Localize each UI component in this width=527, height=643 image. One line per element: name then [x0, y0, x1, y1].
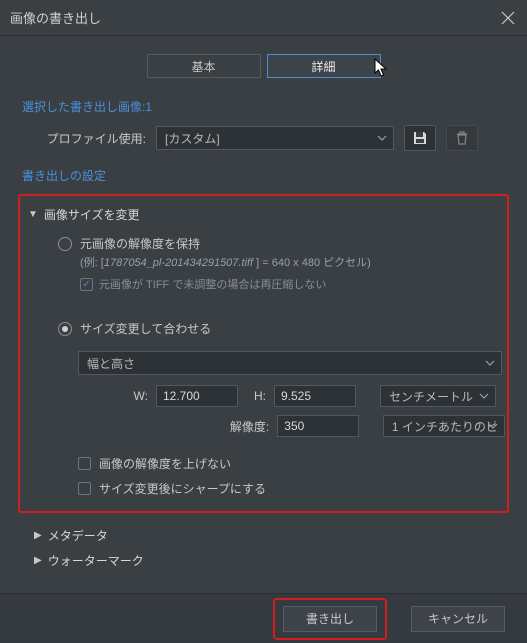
- checkbox-recompress[interactable]: 元画像が TIFF で未調整の場合は再圧縮しない: [58, 276, 505, 292]
- save-icon: [412, 130, 428, 146]
- chevron-down-icon: [479, 391, 489, 401]
- triangle-down-icon: ▼: [28, 209, 38, 220]
- resolution-input[interactable]: [277, 415, 359, 437]
- chevron-down-icon: [377, 133, 387, 143]
- export-button-highlight: 書き出し: [273, 598, 387, 640]
- width-input[interactable]: [156, 385, 238, 407]
- trash-icon: [454, 130, 470, 146]
- tab-detail[interactable]: 詳細: [267, 54, 381, 78]
- selected-count: 選択した書き出し画像:1: [22, 98, 509, 115]
- fit-mode-select[interactable]: 幅と高さ: [78, 351, 502, 375]
- keep-resolution-example: (例: [1787054_pl-201434291507.tiff ] = 64…: [58, 254, 505, 272]
- checkbox-sharpen[interactable]: サイズ変更後にシャープにする: [22, 476, 505, 501]
- chevron-down-icon: [488, 421, 498, 431]
- triangle-right-icon: ▶: [34, 530, 42, 541]
- resolution-label: 解像度:: [78, 418, 269, 435]
- resolution-unit-select[interactable]: 1 インチあたりのピクセ: [383, 415, 505, 437]
- radio-keep-resolution[interactable]: 元画像の解像度を保持: [58, 233, 505, 254]
- delete-profile-button[interactable]: [446, 125, 478, 151]
- radio-resize-fit[interactable]: サイズ変更して合わせる: [58, 318, 505, 339]
- save-profile-button[interactable]: [404, 125, 436, 151]
- watermark-accordion[interactable]: ▶ ウォーターマーク: [34, 548, 493, 573]
- profile-select[interactable]: [カスタム]: [156, 126, 394, 150]
- triangle-right-icon: ▶: [34, 555, 42, 566]
- tab-basic[interactable]: 基本: [147, 54, 261, 78]
- close-icon: [499, 9, 517, 27]
- height-input[interactable]: [274, 385, 356, 407]
- export-settings-title: 書き出しの設定: [22, 167, 509, 184]
- cursor-icon: [374, 58, 390, 80]
- metadata-accordion[interactable]: ▶ メタデータ: [34, 523, 493, 548]
- chevron-down-icon: [485, 358, 495, 368]
- resize-panel: ▼ 画像サイズを変更 元画像の解像度を保持 (例: [1787054_pl-20…: [18, 194, 509, 513]
- width-label: W:: [78, 389, 148, 403]
- unit-select[interactable]: センチメートル: [380, 385, 496, 407]
- window-title: 画像の書き出し: [10, 8, 499, 27]
- resize-accordion[interactable]: ▼ 画像サイズを変更: [22, 202, 505, 227]
- export-button[interactable]: 書き出し: [283, 606, 377, 632]
- height-label: H:: [246, 389, 266, 403]
- profile-label: プロファイル使用:: [18, 130, 146, 147]
- cancel-button[interactable]: キャンセル: [411, 606, 505, 632]
- close-button[interactable]: [499, 9, 517, 27]
- checkbox-no-upscale[interactable]: 画像の解像度を上げない: [22, 451, 505, 476]
